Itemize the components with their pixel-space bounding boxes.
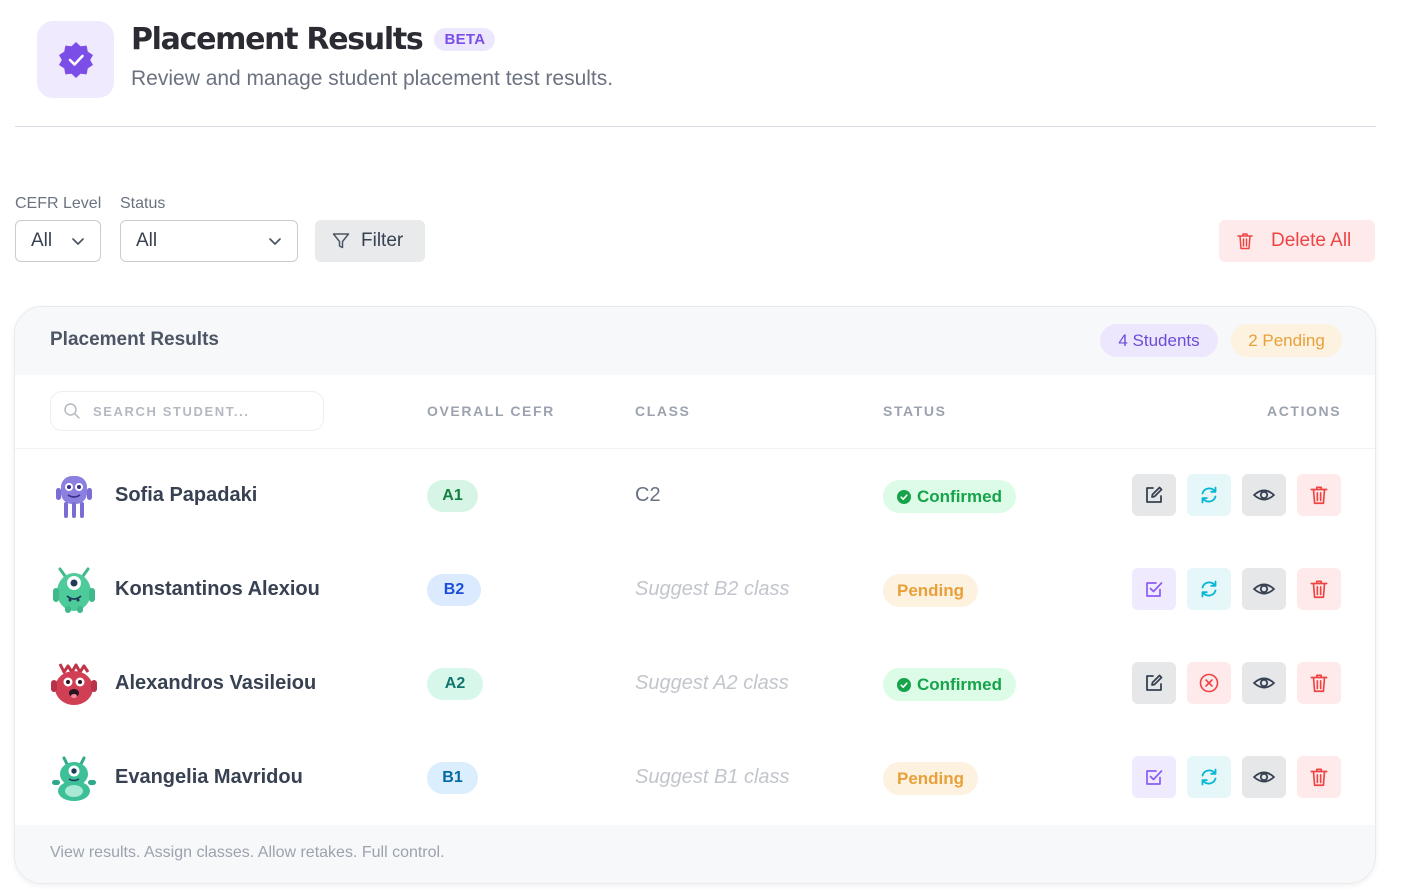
- trash-icon: [1310, 580, 1328, 599]
- class-value: C2: [635, 484, 661, 506]
- assign-class-button[interactable]: [1132, 568, 1176, 610]
- beta-badge: BETA: [434, 27, 496, 51]
- check-circle-icon: [897, 489, 911, 504]
- column-header-actions: ACTIONS: [1267, 403, 1342, 419]
- student-name: Konstantinos Alexiou: [115, 578, 320, 600]
- cefr-level-label: CEFR Level: [15, 195, 102, 212]
- student-name: Evangelia Mavridou: [115, 766, 303, 788]
- page-title: Placement Results: [131, 21, 424, 57]
- check-circle-icon: [897, 677, 911, 692]
- table-row: Alexandros Vasileiou A2 Suggest A2 class…: [15, 637, 1375, 731]
- students-count-pill: 4 Students: [1100, 324, 1218, 357]
- refresh-icon: [1201, 580, 1217, 598]
- eye-icon: [1253, 677, 1275, 689]
- table-row: Evangelia Mavridou B1 Suggest B1 class P…: [15, 731, 1375, 825]
- cefr-level-badge: A1: [427, 480, 478, 512]
- status-text: Confirmed: [917, 486, 1002, 506]
- status-badge: Confirmed: [883, 480, 1016, 513]
- status-badge: Confirmed: [883, 668, 1016, 701]
- funnel-icon: [332, 233, 350, 249]
- edit-button[interactable]: [1132, 662, 1176, 704]
- page-header: Placement Results BETA Review and manage…: [37, 21, 613, 98]
- cefr-level-badge: B1: [427, 762, 478, 794]
- delete-button[interactable]: [1297, 662, 1341, 704]
- status-select[interactable]: All: [120, 220, 298, 262]
- results-card: Placement Results 4 Students 2 Pending O…: [14, 306, 1376, 884]
- page-subtitle: Review and manage student placement test…: [131, 67, 614, 90]
- view-button[interactable]: [1242, 568, 1286, 610]
- edit-button[interactable]: [1132, 474, 1176, 516]
- cefr-level-select[interactable]: All: [15, 220, 101, 262]
- retake-button[interactable]: [1187, 474, 1231, 516]
- chevron-down-icon: [72, 238, 84, 245]
- eye-icon: [1253, 489, 1275, 501]
- trash-icon: [1310, 768, 1328, 787]
- eye-icon: [1253, 583, 1275, 595]
- edit-icon: [1146, 486, 1163, 503]
- assign-class-button[interactable]: [1132, 756, 1176, 798]
- revoke-button[interactable]: [1187, 662, 1231, 704]
- card-header: Placement Results 4 Students 2 Pending: [15, 307, 1375, 375]
- search-box: [50, 391, 324, 431]
- chevron-down-icon: [269, 238, 281, 245]
- trash-icon: [1310, 674, 1328, 693]
- retake-button[interactable]: [1187, 568, 1231, 610]
- delete-all-button[interactable]: Delete All: [1219, 220, 1375, 262]
- filter-button[interactable]: Filter: [315, 220, 425, 262]
- column-header-status: STATUS: [883, 403, 947, 419]
- view-button[interactable]: [1242, 662, 1286, 704]
- verified-badge-icon: [37, 21, 114, 98]
- cefr-level-badge: B2: [427, 574, 481, 606]
- footer-text: View results. Assign classes. Allow reta…: [50, 844, 445, 861]
- view-button[interactable]: [1242, 474, 1286, 516]
- checkbox-icon: [1146, 582, 1163, 597]
- purple-monster-avatar: [56, 476, 92, 518]
- delete-button[interactable]: [1297, 756, 1341, 798]
- header-divider: [15, 126, 1376, 127]
- student-name: Alexandros Vasileiou: [115, 672, 317, 694]
- class-suggestion: Suggest B1 class: [635, 766, 790, 788]
- student-name: Sofia Papadaki: [115, 484, 258, 506]
- search-icon: [64, 403, 80, 419]
- trash-icon: [1310, 486, 1328, 505]
- column-header-cefr: OVERALL CEFR: [427, 403, 555, 419]
- pending-count-pill: 2 Pending: [1231, 324, 1342, 357]
- column-header-class: CLASS: [635, 403, 691, 419]
- refresh-icon: [1201, 486, 1217, 504]
- green-monster-avatar: [53, 567, 95, 613]
- checkbox-icon: [1146, 770, 1163, 785]
- view-button[interactable]: [1242, 756, 1286, 798]
- cefr-level-value: All: [31, 230, 53, 251]
- retake-button[interactable]: [1187, 756, 1231, 798]
- status-badge: Pending: [883, 762, 979, 795]
- edit-icon: [1146, 674, 1163, 691]
- eye-icon: [1253, 771, 1275, 783]
- x-circle-icon: [1199, 673, 1219, 693]
- card-title: Placement Results: [50, 329, 219, 350]
- delete-button[interactable]: [1297, 474, 1341, 516]
- delete-all-label: Delete All: [1271, 230, 1352, 251]
- status-value: All: [136, 230, 158, 251]
- status-text: Confirmed: [917, 674, 1002, 694]
- cefr-level-badge: A2: [427, 668, 483, 700]
- teal-monster-avatar: [52, 756, 96, 801]
- status-label: Status: [120, 195, 166, 212]
- red-monster-avatar: [51, 663, 97, 705]
- table-row: Sofia Papadaki A1 C2 Confirmed: [15, 449, 1375, 543]
- filter-button-label: Filter: [361, 230, 404, 251]
- delete-button[interactable]: [1297, 568, 1341, 610]
- card-footer: View results. Assign classes. Allow reta…: [15, 825, 1375, 883]
- search-student-input[interactable]: [93, 403, 293, 419]
- class-suggestion: Suggest B2 class: [635, 578, 790, 600]
- trash-icon: [1237, 233, 1253, 250]
- table-row: Konstantinos Alexiou B2 Suggest B2 class…: [15, 543, 1375, 637]
- class-suggestion: Suggest A2 class: [635, 672, 789, 694]
- status-badge: Pending: [883, 574, 979, 607]
- refresh-icon: [1201, 768, 1217, 786]
